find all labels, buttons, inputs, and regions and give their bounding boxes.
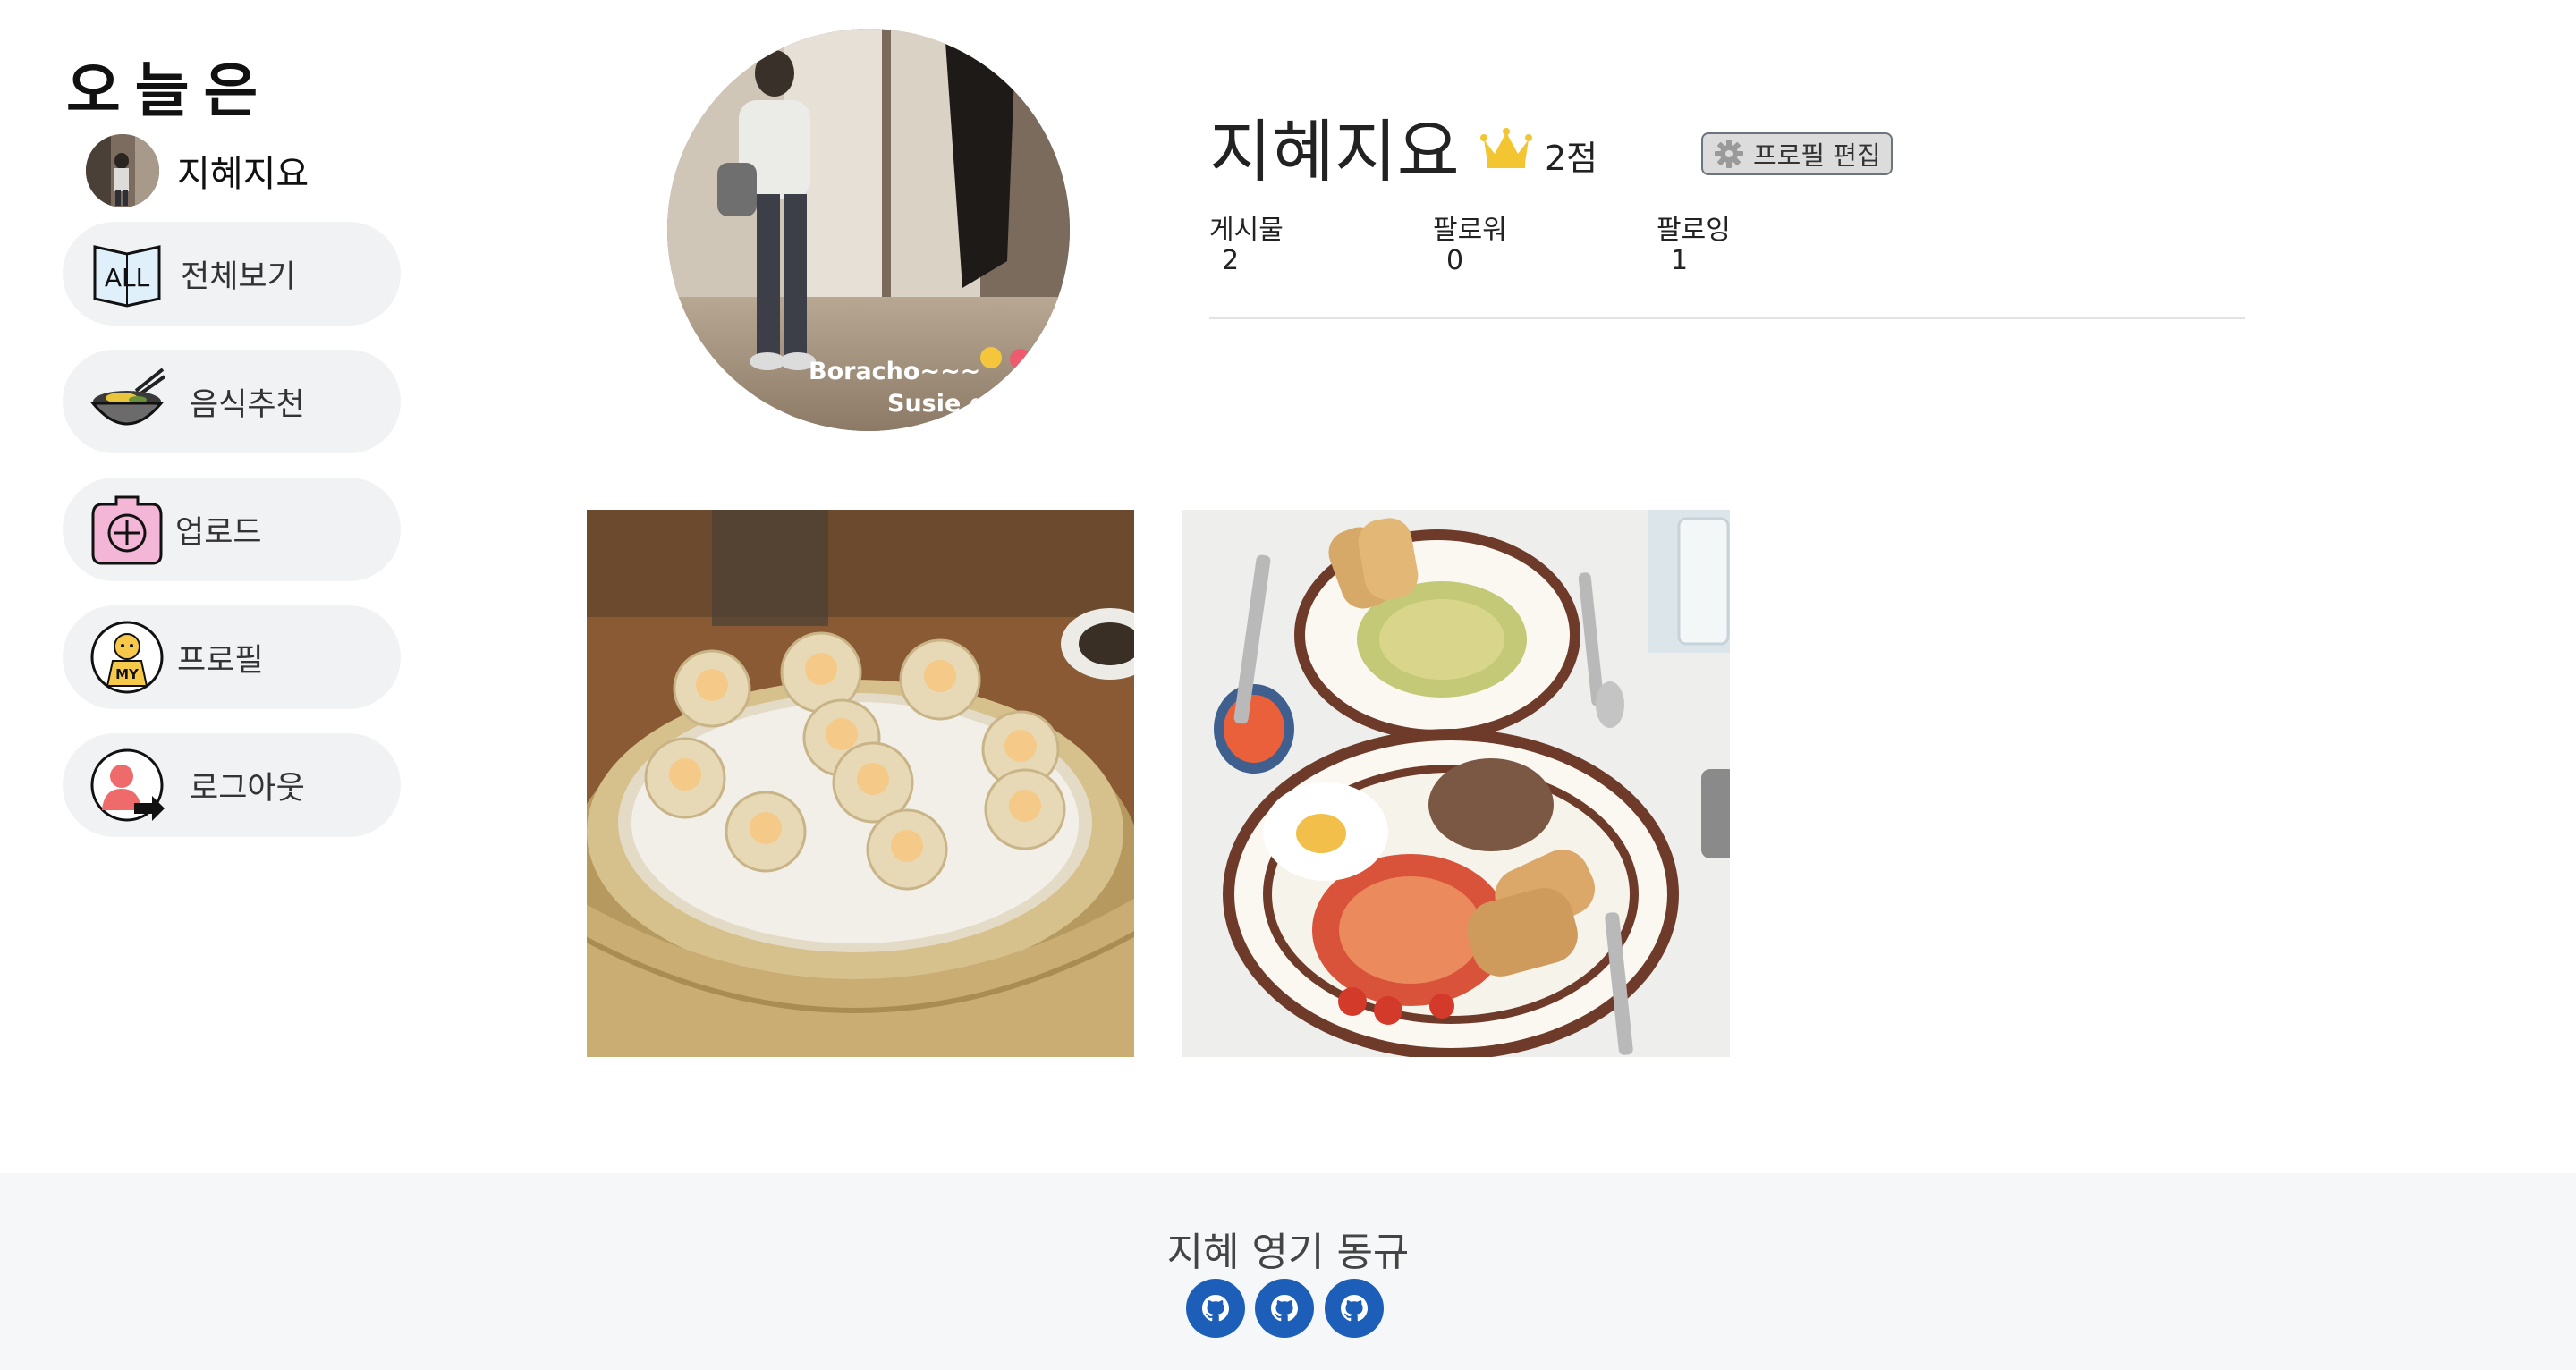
- edit-profile-button[interactable]: 프로필 편집: [1701, 132, 1893, 175]
- sidebar-item-label: 업로드: [175, 514, 262, 551]
- stat-following-label[interactable]: 팔로잉: [1657, 207, 1731, 247]
- github-link-3[interactable]: [1325, 1279, 1384, 1338]
- sidebar-item-label: 로그아웃: [190, 770, 305, 807]
- stat-followers-label[interactable]: 팔로워: [1433, 207, 1507, 247]
- sidebar-item-upload[interactable]: 업로드: [63, 478, 401, 581]
- photo-caption: Susie g: [887, 390, 987, 418]
- post-thumbnail[interactable]: [587, 510, 1134, 1057]
- github-icon: [1202, 1295, 1229, 1322]
- sidebar-item-profile[interactable]: MY 프로필: [63, 605, 401, 709]
- stat-posts-label: 게시물: [1209, 215, 1284, 246]
- profile-divider: [1209, 317, 2245, 319]
- footer: 지혜 영기 동규: [0, 1173, 2576, 1370]
- sidebar-item-label: 전체보기: [181, 258, 296, 295]
- upload-plus-icon: [91, 495, 163, 565]
- pasta-plate-image: [1182, 510, 1730, 1057]
- sidebar-item-logout[interactable]: 로그아웃: [63, 733, 401, 837]
- profile-score: 2점: [1545, 139, 1598, 178]
- sidebar-username: 지혜지요: [177, 154, 309, 195]
- sidebar-item-label: 프로필: [177, 642, 264, 679]
- sidebar-item-food[interactable]: 음식추천: [63, 350, 401, 453]
- github-link-2[interactable]: [1255, 1279, 1314, 1338]
- app-logo[interactable]: 오늘은: [66, 43, 272, 129]
- profile-name: 지혜지요: [1209, 112, 1460, 191]
- logout-person-icon: [90, 748, 165, 822]
- avatar: [86, 134, 159, 207]
- crown-icon: [1480, 128, 1532, 168]
- all-book-icon: ALL: [93, 245, 161, 308]
- stat-following-value[interactable]: 1: [1671, 245, 1688, 276]
- profile-photo[interactable]: Boracho~~~ Susie g: [667, 29, 1070, 431]
- my-profile-icon: MY: [90, 621, 164, 694]
- sidebar-item-label: 음식추천: [190, 386, 305, 423]
- all-icon-text: ALL: [105, 263, 150, 292]
- stat-followers-value[interactable]: 0: [1446, 245, 1463, 276]
- post-thumbnail[interactable]: [1182, 510, 1730, 1057]
- noodle-bowl-icon: [89, 368, 165, 426]
- gear-icon: [1715, 140, 1743, 168]
- edit-profile-label: 프로필 편집: [1753, 140, 1881, 171]
- github-icon: [1271, 1295, 1298, 1322]
- sidebar-item-all[interactable]: ALL 전체보기: [63, 222, 401, 326]
- photo-caption: Boracho~~~: [809, 358, 980, 385]
- github-link-1[interactable]: [1186, 1279, 1245, 1338]
- stat-posts-value: 2: [1222, 245, 1240, 276]
- footer-title: 지혜 영기 동규: [1166, 1230, 1410, 1275]
- dumplings-image: [587, 510, 1134, 1057]
- my-icon-text: MY: [115, 666, 140, 682]
- sidebar-user[interactable]: 지혜지요: [86, 134, 309, 207]
- github-icon: [1341, 1295, 1368, 1322]
